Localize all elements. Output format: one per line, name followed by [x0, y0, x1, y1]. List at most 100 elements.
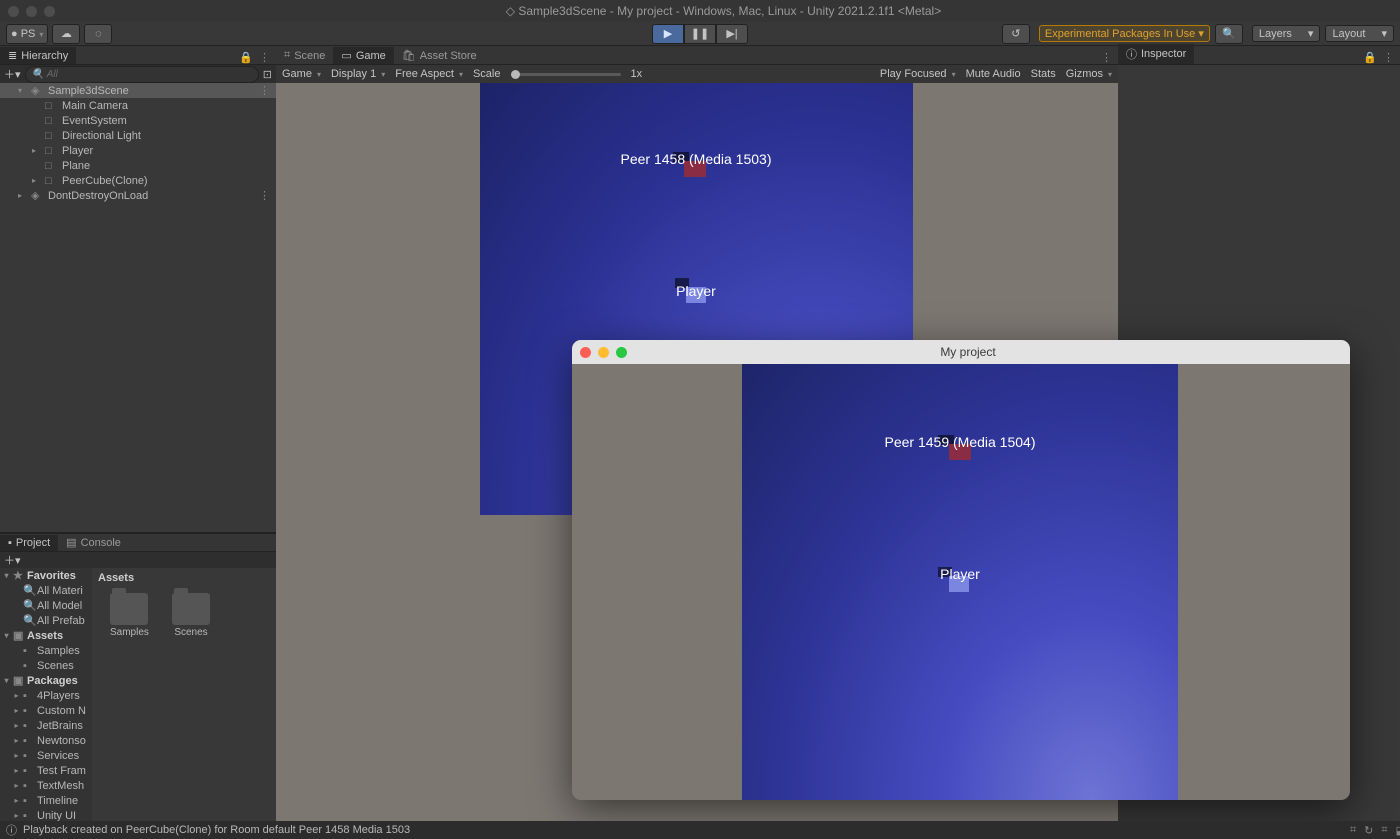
game-camera-dropdown[interactable]: Game	[282, 68, 321, 80]
project-tree-item[interactable]: ▾▣Assets	[0, 628, 92, 643]
hierarchy-tab[interactable]: ≣ Hierarchy	[0, 47, 76, 64]
cache-icon[interactable]: ⬓	[1396, 824, 1400, 837]
hierarchy-item[interactable]: □Main Camera	[0, 98, 276, 113]
fold-icon[interactable]: ▾	[2, 631, 11, 640]
layers-dropdown[interactable]: Layers▾	[1252, 25, 1321, 42]
mute-toggle[interactable]: Mute Audio	[966, 68, 1021, 80]
lock-icon[interactable]: 🔒	[239, 51, 253, 64]
fold-icon[interactable]: ▸	[12, 706, 21, 715]
project-tree-item[interactable]: ▸▪Custom N	[0, 703, 92, 718]
project-tree-item[interactable]: ▸▪Newtonso	[0, 733, 92, 748]
fold-icon[interactable]: ▸	[32, 176, 42, 185]
folder-label: Scenes	[174, 627, 207, 638]
project-tree-item[interactable]: ▸▪Timeline	[0, 793, 92, 808]
hierarchy-tree[interactable]: ▾◈Sample3dScene⋮□Main Camera□EventSystem…	[0, 83, 276, 532]
hierarchy-item[interactable]: ▸□PeerCube(Clone)	[0, 173, 276, 188]
player-window[interactable]: My project Peer 1459 (Media 1504) Player	[572, 340, 1350, 800]
fold-icon[interactable]: ▸	[12, 691, 21, 700]
step-button[interactable]: ▶|	[716, 24, 748, 44]
fold-icon[interactable]: ▸	[12, 736, 21, 745]
project-tree[interactable]: ▾★Favorites🔍All Materi🔍All Model🔍All Pre…	[0, 568, 92, 839]
kebab-icon[interactable]: ⋮	[259, 84, 270, 97]
info-icon: ⓘ	[6, 822, 17, 838]
autorefresh-icon[interactable]: ↻	[1364, 824, 1373, 837]
display-dropdown[interactable]: Display 1	[331, 68, 385, 80]
grid-snap-icon[interactable]: ⌗	[1381, 824, 1387, 837]
aspect-dropdown[interactable]: Free Aspect	[395, 68, 463, 80]
min-dot[interactable]	[26, 6, 37, 17]
kebab-icon[interactable]: ⋮	[259, 189, 270, 202]
folder-item[interactable]: Scenes	[172, 593, 210, 638]
sync-button[interactable]: ◌	[84, 24, 112, 44]
fold-icon[interactable]: ▸	[12, 811, 21, 820]
hierarchy-item[interactable]: ▾◈Sample3dScene⋮	[0, 83, 276, 98]
lock-icon[interactable]: 🔒	[1363, 51, 1377, 64]
fold-icon[interactable]: ▸	[12, 766, 21, 775]
hierarchy-item[interactable]: □Plane	[0, 158, 276, 173]
project-tree-item[interactable]: 🔍All Materi	[0, 583, 92, 598]
kebab-icon[interactable]: ⋮	[1383, 51, 1394, 64]
fold-icon[interactable]: ▸	[12, 751, 21, 760]
max-dot[interactable]	[616, 347, 627, 358]
kebab-icon[interactable]: ⋮	[1101, 51, 1112, 64]
project-tab[interactable]: ▪ Project	[0, 535, 58, 551]
kebab-icon[interactable]: ⋮	[259, 51, 270, 64]
game-tab[interactable]: ▭Game	[333, 47, 393, 64]
hierarchy-item[interactable]: ▸◈DontDestroyOnLoad⋮	[0, 188, 276, 203]
project-tree-item[interactable]: ▸▪TextMesh	[0, 778, 92, 793]
project-tree-item[interactable]: ▸▪4Players	[0, 688, 92, 703]
console-tab[interactable]: ▤ Console	[58, 534, 129, 551]
layout-dropdown[interactable]: Layout▾	[1325, 25, 1394, 42]
undo-history-button[interactable]: ↺	[1002, 24, 1030, 44]
stats-toggle[interactable]: Stats	[1031, 68, 1056, 80]
scene-tab[interactable]: ⌗Scene	[276, 47, 333, 64]
cloud-button[interactable]: ☁	[52, 24, 80, 44]
scale-slider[interactable]	[511, 73, 621, 76]
hierarchy-item[interactable]: □EventSystem	[0, 113, 276, 128]
status-message: Playback created on PeerCube(Clone) for …	[23, 824, 410, 836]
gizmos-dropdown[interactable]: Gizmos	[1066, 68, 1112, 80]
project-tree-item[interactable]: ▸▪Services	[0, 748, 92, 763]
play-button[interactable]: ▶	[652, 24, 684, 44]
project-tree-item[interactable]: 🔍All Model	[0, 598, 92, 613]
hierarchy-item[interactable]: □Directional Light	[0, 128, 276, 143]
fold-icon[interactable]: ▸	[32, 146, 42, 155]
fold-icon[interactable]: ▸	[18, 191, 28, 200]
folder-icon: ▪	[23, 765, 35, 777]
search-button[interactable]: 🔍	[1215, 24, 1243, 44]
project-tree-item[interactable]: ▪Samples	[0, 643, 92, 658]
pause-button[interactable]: ❚❚	[684, 24, 716, 44]
experimental-packages-badge[interactable]: Experimental Packages In Use ▾	[1039, 25, 1210, 42]
project-tree-item[interactable]: ▸▪JetBrains	[0, 718, 92, 733]
search-placeholder: All	[47, 69, 58, 80]
max-dot[interactable]	[44, 6, 55, 17]
account-button[interactable]: ● PS	[6, 24, 48, 44]
fold-icon[interactable]: ▸	[12, 781, 21, 790]
fold-icon[interactable]: ▾	[18, 86, 28, 95]
add-button[interactable]: ＋▾	[4, 552, 21, 568]
project-tree-item[interactable]: ▪Scenes	[0, 658, 92, 673]
min-dot[interactable]	[598, 347, 609, 358]
hierarchy-item[interactable]: ▸□Player	[0, 143, 276, 158]
project-tree-item[interactable]: 🔍All Prefab	[0, 613, 92, 628]
project-tree-item[interactable]: ▾★Favorites	[0, 568, 92, 583]
fold-icon[interactable]: ▸	[12, 796, 21, 805]
inspector-tab[interactable]: ⓘ Inspector	[1118, 44, 1194, 64]
project-tree-item[interactable]: ▾▣Packages	[0, 673, 92, 688]
project-grid[interactable]: Assets Samples Scenes	[92, 568, 276, 839]
fold-icon[interactable]: ▾	[2, 571, 11, 580]
layers-label: Layers	[1259, 28, 1292, 40]
game-toolbar: Game Display 1 Free Aspect Scale 1x Play…	[276, 65, 1118, 83]
hierarchy-collapse-icon[interactable]: ⊡	[263, 68, 272, 81]
bug-icon[interactable]: ⌗	[1350, 824, 1356, 837]
hierarchy-search[interactable]: 🔍 All	[25, 66, 259, 83]
fold-icon[interactable]: ▸	[12, 721, 21, 730]
add-button[interactable]: ＋▾	[4, 66, 21, 82]
close-dot[interactable]	[580, 347, 591, 358]
close-dot[interactable]	[8, 6, 19, 17]
asset-store-tab[interactable]: 🛍Asset Store	[394, 47, 485, 64]
project-tree-item[interactable]: ▸▪Test Fram	[0, 763, 92, 778]
play-focused-dropdown[interactable]: Play Focused	[880, 68, 956, 80]
folder-item[interactable]: Samples	[110, 593, 149, 638]
fold-icon[interactable]: ▾	[2, 676, 11, 685]
